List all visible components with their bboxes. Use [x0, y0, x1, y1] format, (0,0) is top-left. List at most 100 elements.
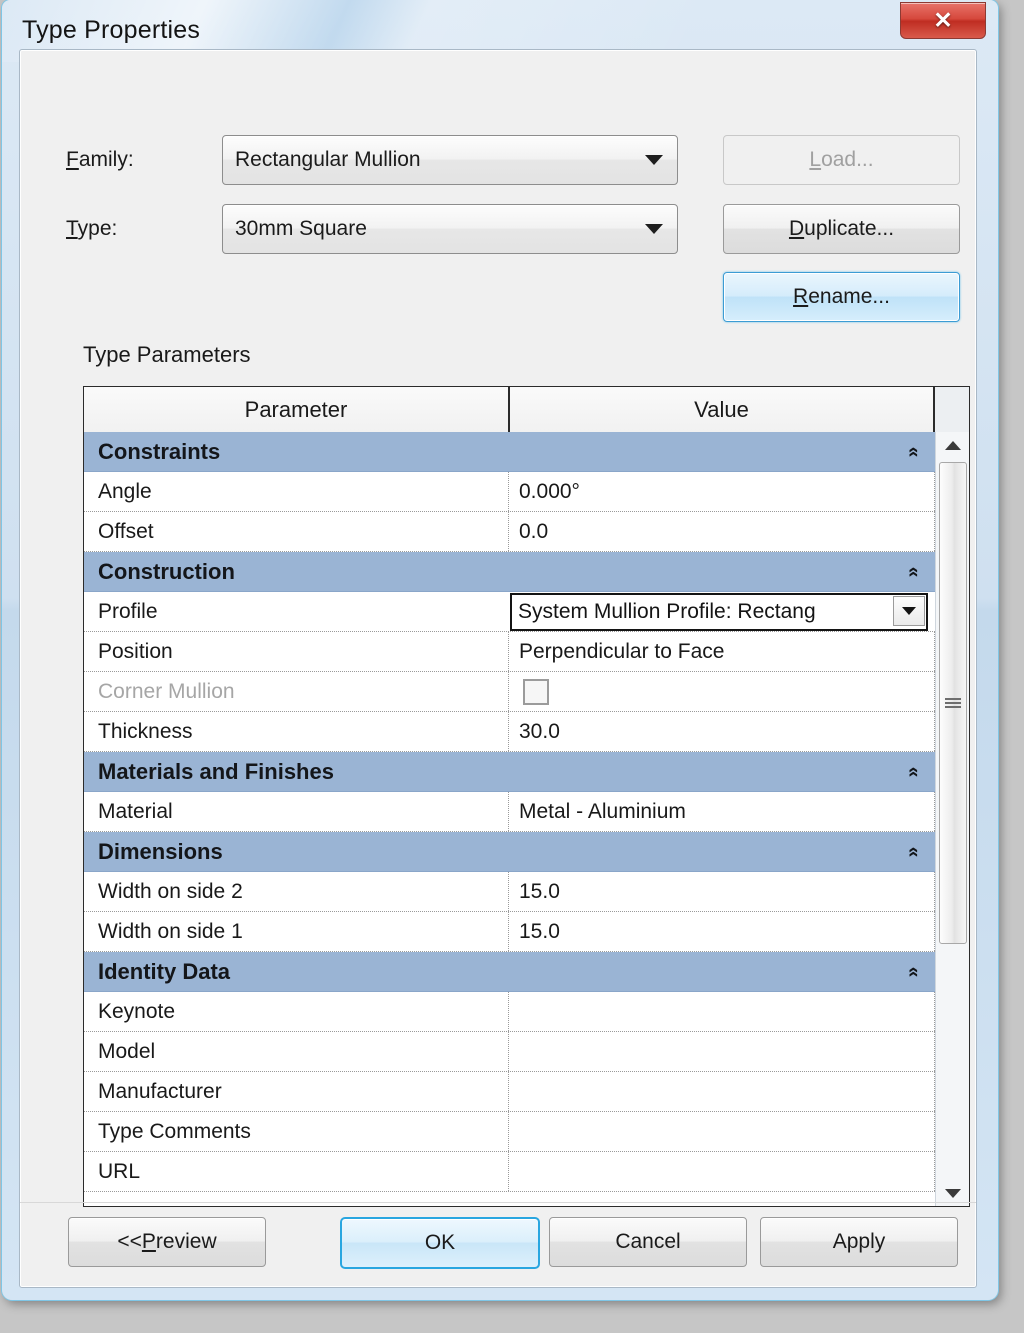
checkbox[interactable] — [523, 678, 549, 705]
parameter-name: Width on side 1 — [98, 919, 243, 943]
group-name: Construction — [98, 558, 235, 584]
parameter-value: System Mullion Profile: Rectang — [518, 600, 816, 623]
preview-prefix: << — [117, 1230, 142, 1253]
parameter-name: Type Comments — [98, 1119, 251, 1143]
family-accel: F — [66, 148, 79, 171]
chevron-up-icon[interactable]: « — [903, 966, 924, 977]
table-row[interactable]: URL — [84, 1152, 935, 1192]
parameter-value: Metal - Aluminium — [519, 799, 686, 823]
scroll-up-button[interactable] — [936, 432, 969, 458]
window-title: Type Properties — [22, 16, 201, 44]
rename-button[interactable]: Rename... — [723, 272, 960, 322]
table-row[interactable]: Model — [84, 1032, 935, 1072]
parameter-name: Position — [98, 639, 173, 663]
load-button[interactable]: Load... — [723, 135, 960, 185]
apply-label: Apply — [832, 1230, 886, 1253]
cancel-button[interactable]: Cancel — [549, 1217, 747, 1267]
apply-button[interactable]: Apply — [760, 1217, 958, 1267]
table-row[interactable]: Offset 0.0 — [84, 512, 935, 552]
chevron-up-icon[interactable]: « — [903, 566, 924, 577]
ok-label: OK — [424, 1231, 456, 1254]
value-cell[interactable]: 15.0 — [508, 872, 935, 911]
type-label-text: ype: — [77, 217, 118, 240]
load-label: oad... — [821, 148, 874, 171]
preview-button[interactable]: << Preview — [68, 1217, 266, 1267]
triangle-down-icon — [945, 1188, 961, 1198]
ok-button[interactable]: OK — [340, 1217, 540, 1269]
duplicate-button[interactable]: Duplicate... — [723, 204, 960, 254]
value-cell[interactable] — [508, 1152, 935, 1191]
screen: Type Properties ✕ Family: Rectangular Mu… — [0, 0, 1024, 1333]
type-properties-dialog: Type Properties ✕ Family: Rectangular Mu… — [2, 0, 998, 1300]
parameter-name: Material — [98, 799, 173, 823]
value-cell[interactable] — [508, 1072, 935, 1111]
dropdown-button[interactable] — [893, 596, 925, 626]
table-header-row: Parameter Value — [84, 387, 969, 434]
value-cell[interactable] — [508, 1112, 935, 1151]
table-group-header[interactable]: Constraints « — [84, 432, 935, 472]
parameter-name: Manufacturer — [98, 1079, 222, 1103]
family-label: Family: — [66, 148, 134, 172]
table-row[interactable]: Thickness 30.0 — [84, 712, 935, 752]
cancel-label: Cancel — [615, 1230, 681, 1253]
table-row[interactable]: Type Comments — [84, 1112, 935, 1152]
parameter-value: 30.0 — [519, 719, 560, 743]
chevron-up-icon[interactable]: « — [903, 766, 924, 777]
preview-label: review — [155, 1230, 217, 1253]
family-label-text: amily: — [78, 148, 134, 171]
column-header-value[interactable]: Value — [510, 387, 935, 432]
chevron-down-icon — [902, 607, 916, 615]
value-cell[interactable]: 30.0 — [508, 712, 935, 751]
table-row[interactable]: Keynote — [84, 992, 935, 1032]
group-name: Dimensions — [98, 838, 223, 864]
table-vertical-scrollbar[interactable] — [935, 432, 969, 1206]
type-parameters-caption: Type Parameters — [83, 342, 251, 367]
group-name: Identity Data — [98, 958, 231, 984]
parameter-name: Thickness — [98, 719, 193, 743]
scrollbar-thumb[interactable] — [939, 462, 967, 944]
type-combobox[interactable]: 30mm Square — [222, 204, 678, 254]
group-name: Constraints — [98, 438, 221, 464]
chevron-up-icon[interactable]: « — [903, 446, 924, 457]
value-cell[interactable]: 15.0 — [508, 912, 935, 951]
dialog-client-area: Family: Rectangular Mullion Load... Type… — [19, 49, 977, 1288]
table-row[interactable]: Corner Mullion — [84, 672, 935, 712]
value-cell[interactable]: 0.000° — [508, 472, 935, 511]
table-row[interactable]: Width on side 1 15.0 — [84, 912, 935, 952]
duplicate-accel: D — [788, 217, 805, 240]
table-row[interactable]: Manufacturer — [84, 1072, 935, 1112]
chevron-up-icon[interactable]: « — [903, 846, 924, 857]
table-group-header[interactable]: Identity Data « — [84, 952, 935, 992]
table-row[interactable]: Width on side 2 15.0 — [84, 872, 935, 912]
table-row[interactable]: Position Perpendicular to Face — [84, 632, 935, 672]
family-combobox[interactable]: Rectangular Mullion — [222, 135, 678, 185]
table-body: Constraints « Angle 0.000° Offset 0.0 Construc… — [84, 432, 935, 1206]
table-row[interactable]: Profile System Mullion Profile: Rectang — [84, 592, 935, 632]
table-group-header[interactable]: Dimensions « — [84, 832, 935, 872]
table-group-header[interactable]: Construction « — [84, 552, 935, 592]
profile-value-combobox[interactable]: System Mullion Profile: Rectang — [510, 593, 928, 631]
value-cell[interactable]: 0.0 — [508, 512, 935, 551]
value-cell[interactable] — [508, 992, 935, 1031]
table-row[interactable]: Angle 0.000° — [84, 472, 935, 512]
parameter-name: Width on side 2 — [98, 879, 243, 903]
parameter-value: 15.0 — [519, 919, 560, 943]
grip-icon — [945, 696, 961, 710]
parameter-name: Offset — [98, 519, 154, 543]
value-cell[interactable] — [508, 1032, 935, 1071]
value-cell[interactable]: Metal - Aluminium — [508, 792, 935, 831]
type-value: 30mm Square — [235, 217, 367, 240]
table-group-header[interactable]: Materials and Finishes « — [84, 752, 935, 792]
table-row[interactable]: Material Metal - Aluminium — [84, 792, 935, 832]
column-header-parameter[interactable]: Parameter — [84, 387, 510, 432]
column-header-spacer — [935, 387, 969, 432]
close-button[interactable]: ✕ — [900, 2, 986, 39]
parameter-value: 15.0 — [519, 879, 560, 903]
value-cell[interactable]: Perpendicular to Face — [508, 632, 935, 671]
type-label: Type: — [66, 217, 117, 241]
footer-separator — [20, 1202, 976, 1203]
type-parameters-table: Parameter Value Constraints « Angle 0.000° O… — [83, 386, 970, 1207]
chevron-down-icon — [645, 155, 663, 165]
value-cell[interactable] — [508, 672, 935, 711]
parameter-name: URL — [98, 1159, 141, 1183]
